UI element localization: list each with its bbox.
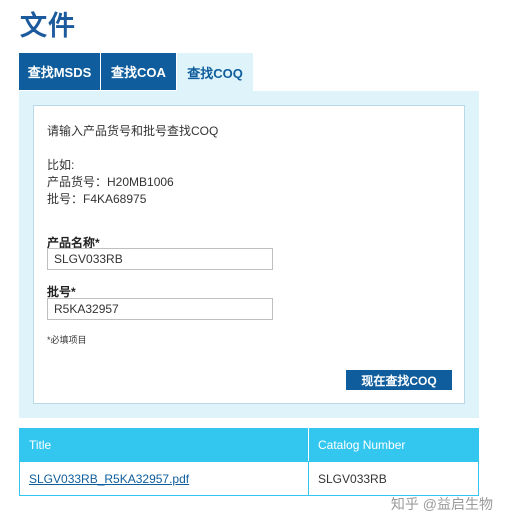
find-coq-button[interactable]: 现在查找COQ [346, 370, 452, 390]
cell-title: SLGV033RB_R5KA32957.pdf [19, 461, 309, 496]
results-table: Title Catalog Number SLGV033RB_R5KA32957… [19, 428, 479, 496]
table-header-row: Title Catalog Number [19, 428, 479, 462]
page-title: 文件 [20, 11, 76, 41]
tab-find-coa[interactable]: 查找COA [101, 53, 177, 90]
lot-number-input[interactable] [47, 298, 273, 320]
example-lot: 批号：F4KA68975 [47, 192, 147, 206]
example-product: 产品货号：H20MB1006 [47, 175, 174, 189]
table-row: SLGV033RB_R5KA32957.pdf SLGV033RB [19, 461, 479, 496]
search-panel: 请输入产品货号和批号查找COQ 比如: 产品货号：H20MB1006 批号：F4… [19, 91, 479, 418]
required-note: *必填项目 [47, 335, 87, 345]
column-header-catalog-number: Catalog Number [308, 428, 479, 462]
tab-find-coq[interactable]: 查找COQ [177, 53, 253, 91]
instruction-text: 请输入产品货号和批号查找COQ [47, 124, 219, 138]
search-form: 请输入产品货号和批号查找COQ 比如: 产品货号：H20MB1006 批号：F4… [33, 105, 465, 404]
product-name-input[interactable] [47, 248, 273, 270]
column-header-title: Title [19, 428, 309, 462]
tab-find-msds[interactable]: 查找MSDS [19, 53, 101, 90]
cell-catalog-number: SLGV033RB [308, 461, 479, 496]
example-heading: 比如: [47, 158, 75, 172]
watermark: 知乎 @益启生物 [390, 496, 493, 512]
document-link[interactable]: SLGV033RB_R5KA32957.pdf [29, 472, 189, 486]
